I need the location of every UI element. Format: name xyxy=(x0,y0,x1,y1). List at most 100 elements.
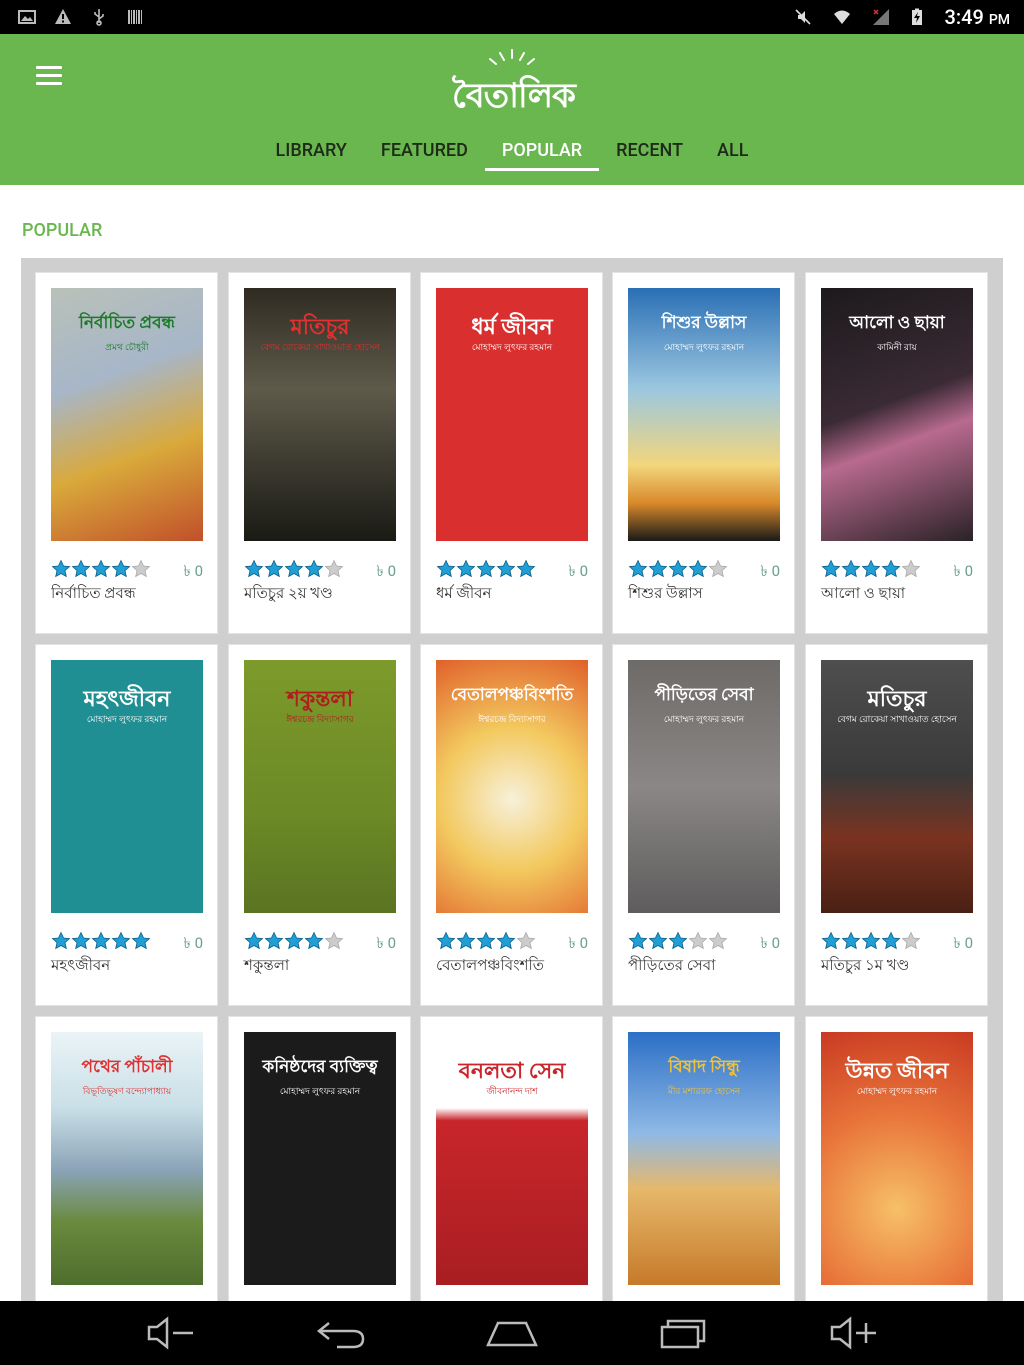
star-icon xyxy=(628,931,648,950)
star-rating xyxy=(51,559,151,578)
book-price: ৳ 0 xyxy=(376,562,396,580)
status-bar: 3:49 PM xyxy=(0,0,1024,34)
book-card[interactable]: বনলতা সেন জীবনানন্দ দাশ xyxy=(420,1016,603,1301)
book-cover[interactable]: নির্বাচিত প্রবন্ধ প্রমথ চৌধুরী xyxy=(51,288,203,541)
usb-icon xyxy=(94,9,104,26)
book-card[interactable]: বিষাদ সিন্ধু মীর মশাররফ হোসেন xyxy=(612,1016,795,1301)
cover-author: মোহাম্মদ লুৎফর রহমান xyxy=(279,1087,361,1097)
home-icon[interactable] xyxy=(484,1313,540,1353)
book-title: শিশুর উল্লাস xyxy=(628,584,703,602)
star-icon xyxy=(244,559,264,578)
book-cover[interactable]: উন্নত জীবন মোহাম্মদ লুৎফর রহমান xyxy=(821,1032,973,1285)
book-card[interactable]: মতিচুর বেগম রোকেয়া সাখাওয়াত হোসেন ৳ 0 মতি… xyxy=(805,644,988,1006)
barcode-icon xyxy=(128,10,142,24)
app-logo: বৈতালিক xyxy=(452,48,576,116)
star-icon xyxy=(901,559,921,578)
star-icon xyxy=(51,559,71,578)
book-cover[interactable]: শিশুর উল্লাস মোহাম্মদ লুৎফর রহমান xyxy=(628,288,780,541)
cover-author: মোহাম্মদ লুৎফর রহমান xyxy=(471,343,553,353)
book-cover[interactable]: বেতালপঞ্চবিংশতি ঈশ্বরচন্দ্র বিদ্যাসাগর xyxy=(436,660,588,913)
book-cover[interactable]: শকুন্তলা ঈশ্বরচন্দ্র বিদ্যাসাগর xyxy=(244,660,396,913)
cover-title: কনিষ্ঠদের ব্যক্তিত্ব xyxy=(262,1057,378,1077)
book-price: ৳ 0 xyxy=(183,934,203,952)
star-icon xyxy=(476,559,496,578)
star-rating xyxy=(436,559,536,578)
volume-down-icon[interactable] xyxy=(143,1313,199,1353)
cover-author: কামিনী রায় xyxy=(877,343,917,353)
book-card[interactable]: ধর্ম জীবন মোহাম্মদ লুৎফর রহমান ৳ 0 ধর্ম জীব… xyxy=(420,272,603,634)
cover-author: মোহাম্মদ লুৎফর রহমান xyxy=(663,343,745,353)
star-icon xyxy=(264,559,284,578)
tab-bar: LIBRARY FEATURED POPULAR RECENT ALL xyxy=(0,134,1024,174)
book-price: ৳ 0 xyxy=(376,934,396,952)
star-icon xyxy=(516,931,536,950)
star-icon xyxy=(688,559,708,578)
signal-icon xyxy=(873,9,890,25)
star-icon xyxy=(304,559,324,578)
book-cover[interactable]: বনলতা সেন জীবনানন্দ দাশ xyxy=(436,1032,588,1285)
back-icon[interactable] xyxy=(313,1313,369,1353)
book-cover[interactable]: ধর্ম জীবন মোহাম্মদ লুৎফর রহমান xyxy=(436,288,588,541)
star-rating xyxy=(821,931,921,950)
book-cover[interactable]: পথের পাঁচালী বিভূতিভূষণ বন্দ্যোপাধ্যায় xyxy=(51,1032,203,1285)
book-price: ৳ 0 xyxy=(953,562,973,580)
volume-up-icon[interactable] xyxy=(826,1313,882,1353)
star-rating xyxy=(628,559,728,578)
star-icon xyxy=(111,931,131,950)
menu-icon[interactable] xyxy=(36,66,62,86)
mute-icon xyxy=(795,9,812,25)
cover-title: নির্বাচিত প্রবন্ধ xyxy=(78,313,176,333)
book-card[interactable]: শকুন্তলা ঈশ্বরচন্দ্র বিদ্যাসাগর ৳ 0 শকুন্তল… xyxy=(228,644,411,1006)
app-bar: বৈতালিক LIBRARY FEATURED POPULAR RECENT … xyxy=(0,34,1024,185)
star-icon xyxy=(708,559,728,578)
star-icon xyxy=(688,931,708,950)
book-card[interactable]: মহৎজীবন মোহাম্মদ লুৎফর রহমান ৳ 0 মহৎজীবন xyxy=(35,644,218,1006)
cover-title: বেতালপঞ্চবিংশতি xyxy=(450,685,574,705)
star-icon xyxy=(861,931,881,950)
book-card[interactable]: আলো ও ছায়া কামিনী রায় ৳ 0 আলো ও ছায়া xyxy=(805,272,988,634)
book-price: ৳ 0 xyxy=(953,934,973,952)
book-card[interactable]: শিশুর উল্লাস মোহাম্মদ লুৎফর রহমান ৳ 0 শিশুর… xyxy=(612,272,795,634)
book-title: মহৎজীবন xyxy=(51,956,111,974)
star-icon xyxy=(91,931,111,950)
cover-author: ঈশ্বরচন্দ্র বিদ্যাসাগর xyxy=(286,715,354,725)
book-cover[interactable]: কনিষ্ঠদের ব্যক্তিত্ব মোহাম্মদ লুৎফর রহমান xyxy=(244,1032,396,1285)
star-rating xyxy=(51,931,151,950)
book-cover[interactable]: আলো ও ছায়া কামিনী রায় xyxy=(821,288,973,541)
cover-author: মোহাম্মদ লুৎফর রহমান xyxy=(663,715,745,725)
book-card[interactable]: উন্নত জীবন মোহাম্মদ লুৎফর রহমান xyxy=(805,1016,988,1301)
star-icon xyxy=(668,931,688,950)
book-title: বেতালপঞ্চবিংশতি xyxy=(436,956,545,974)
status-left-icons xyxy=(18,8,144,26)
tab-all[interactable]: ALL xyxy=(700,134,765,174)
star-icon xyxy=(324,931,344,950)
book-price: ৳ 0 xyxy=(568,562,588,580)
tab-recent[interactable]: RECENT xyxy=(599,134,700,174)
book-card[interactable]: মতিচুর বেগম রোকেয়া সাখাওয়াত হোসেন ৳ 0 মতি… xyxy=(228,272,411,634)
star-icon xyxy=(284,559,304,578)
recent-apps-icon[interactable] xyxy=(656,1313,712,1353)
tab-library[interactable]: LIBRARY xyxy=(259,134,364,174)
clock: 3:49 PM xyxy=(944,5,1010,29)
section-title: POPULAR xyxy=(22,220,103,241)
book-cover[interactable]: বিষাদ সিন্ধু মীর মশাররফ হোসেন xyxy=(628,1032,780,1285)
book-title: ধর্ম জীবন xyxy=(436,584,492,602)
status-right-icons: 3:49 PM xyxy=(794,5,1010,29)
book-cover[interactable]: মতিচুর বেগম রোকেয়া সাখাওয়াত হোসেন xyxy=(244,288,396,541)
book-cover[interactable]: মতিচুর বেগম রোকেয়া সাখাওয়াত হোসেন xyxy=(821,660,973,913)
cover-author: মোহাম্মদ লুৎফর রহমান xyxy=(86,715,168,725)
star-icon xyxy=(131,931,151,950)
book-card[interactable]: পথের পাঁচালী বিভূতিভূষণ বন্দ্যোপাধ্যায় xyxy=(35,1016,218,1301)
book-card[interactable]: পীড়িতের সেবা মোহাম্মদ লুৎফর রহমান ৳ 0 পীড়… xyxy=(612,644,795,1006)
book-title: পীড়িতের সেবা xyxy=(628,956,716,974)
tab-popular[interactable]: POPULAR xyxy=(484,134,600,174)
book-cover[interactable]: মহৎজীবন মোহাম্মদ লুৎফর রহমান xyxy=(51,660,203,913)
battery-charging-icon xyxy=(912,8,923,25)
cover-author: প্রমথ চৌধুরী xyxy=(105,343,149,353)
book-cover[interactable]: পীড়িতের সেবা মোহাম্মদ লুৎফর রহমান xyxy=(628,660,780,913)
book-card[interactable]: নির্বাচিত প্রবন্ধ প্রমথ চৌধুরী ৳ 0 নির্বাচি… xyxy=(35,272,218,634)
book-title: মতিচুর ২য় খণ্ড xyxy=(244,584,333,602)
tab-featured[interactable]: FEATURED xyxy=(364,134,485,174)
book-card[interactable]: কনিষ্ঠদের ব্যক্তিত্ব মোহাম্মদ লুৎফর রহমান xyxy=(228,1016,411,1301)
book-card[interactable]: বেতালপঞ্চবিংশতি ঈশ্বরচন্দ্র বিদ্যাসাগর ৳ 0… xyxy=(420,644,603,1006)
